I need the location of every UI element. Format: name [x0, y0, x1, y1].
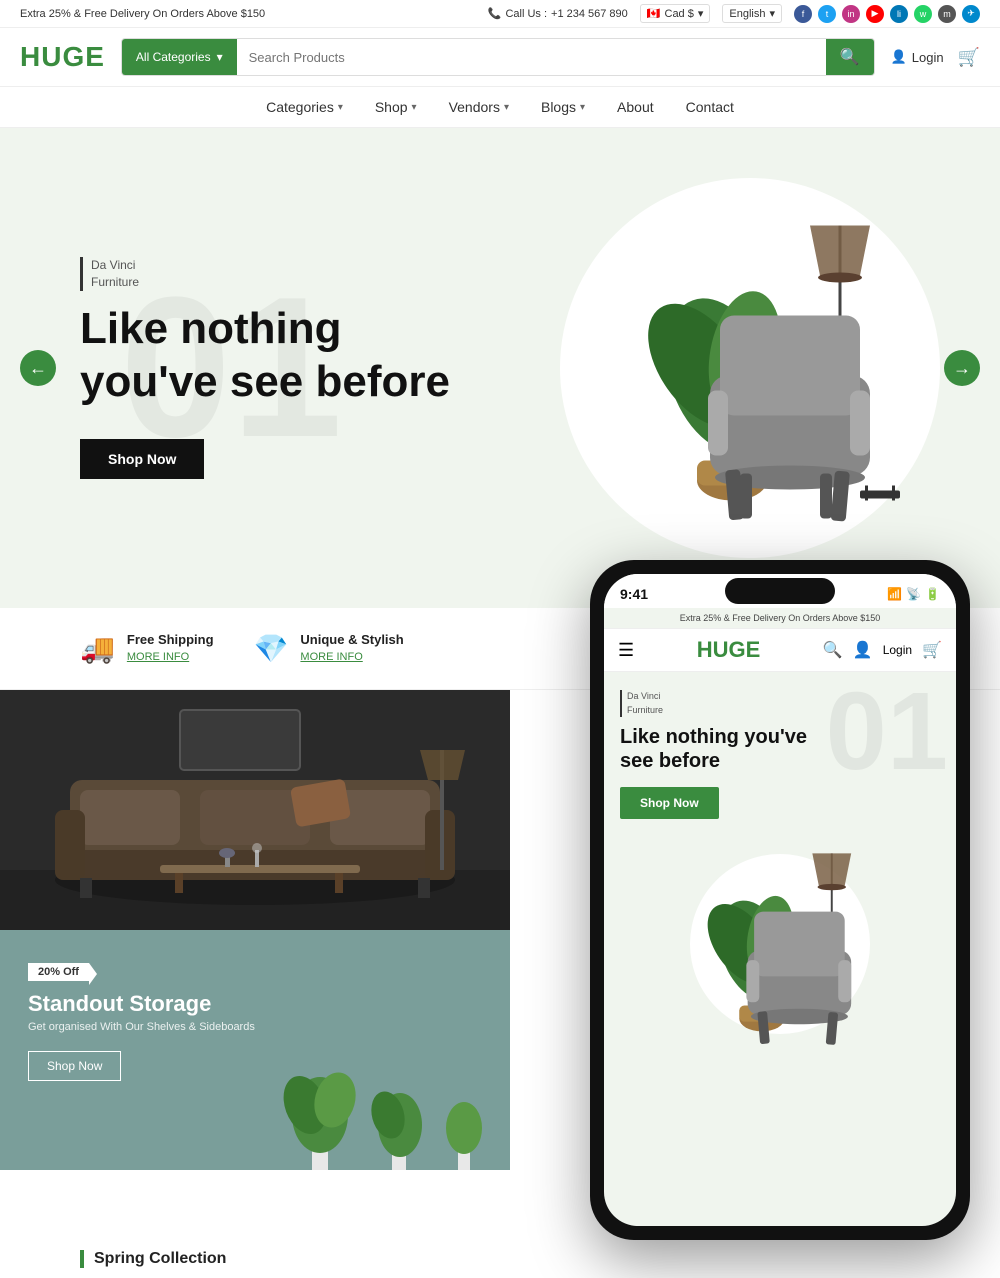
nav-item-about[interactable]: About [617, 99, 654, 115]
phone-cart-icon[interactable]: 🛒 [922, 640, 942, 660]
category-dropdown-btn[interactable]: All Categories ▾ [122, 39, 237, 75]
promo-text: Extra 25% & Free Delivery On Orders Abov… [20, 8, 265, 20]
chevron-down-icon: ▾ [338, 102, 343, 113]
facebook-icon[interactable]: f [794, 5, 812, 23]
hero-shop-button[interactable]: Shop Now [80, 439, 204, 479]
phone-info: 📞 Call Us : +1 234 567 890 [488, 7, 628, 20]
youtube-icon[interactable]: ▶ [866, 5, 884, 23]
instagram-icon[interactable]: in [842, 5, 860, 23]
hero-title: Like nothing you've see before [80, 303, 460, 409]
logo[interactable]: HUGE [20, 41, 105, 73]
phone-login-label[interactable]: Login [883, 643, 912, 657]
nav-item-blogs[interactable]: Blogs ▾ [541, 99, 585, 115]
hero-section: ← 01 Da Vinci Furniture Like nothing you… [0, 128, 1000, 608]
nav-item-vendors[interactable]: Vendors ▾ [449, 99, 509, 115]
twitter-icon[interactable]: t [818, 5, 836, 23]
storage-content: 20% Off Standout Storage Get organised W… [0, 930, 510, 1113]
stylish-icon: 💎 [254, 632, 289, 665]
storage-shop-button[interactable]: Shop Now [28, 1051, 121, 1081]
language-selector[interactable]: English ▾ [722, 4, 782, 23]
flag-icon: 🇨🇦 [647, 7, 661, 20]
social-icons: f t in ▶ li w m ✈ [794, 5, 980, 23]
feature-text-stylish: Unique & Stylish MORE INFO [300, 632, 403, 665]
nav-item-shop[interactable]: Shop ▾ [375, 99, 417, 115]
phone-body: 9:41 📶 📡 🔋 Extra 25% & Free Delivery On … [590, 560, 970, 1240]
phone-status-icons: 📶 📡 🔋 [887, 587, 940, 601]
search-input[interactable] [237, 39, 826, 75]
phone-header-actions: 🔍 👤 Login 🛒 [823, 640, 942, 660]
phone-promo-bar: Extra 25% & Free Delivery On Orders Abov… [604, 608, 956, 629]
search-button[interactable]: 🔍 [826, 39, 874, 75]
spring-collection-label: Spring Collection [80, 1250, 920, 1268]
shipping-more-info-link[interactable]: MORE INFO [127, 651, 189, 663]
stylish-more-info-link[interactable]: MORE INFO [300, 651, 362, 663]
phone-hero: 01 Da Vinci Furniture Like nothing you'v… [604, 672, 956, 829]
phone-chair-area [604, 829, 956, 1059]
hero-chair-image [600, 196, 920, 541]
hero-next-button[interactable]: → [944, 350, 980, 386]
feature-unique-stylish: 💎 Unique & Stylish MORE INFO [254, 632, 404, 665]
phone-notch [725, 578, 835, 604]
wifi-icon: 📡 [906, 587, 921, 601]
phone-brand-label: Da Vinci Furniture [620, 690, 940, 717]
chevron-down-icon: ▾ [580, 102, 585, 113]
chevron-down-icon: ▾ [217, 50, 223, 64]
phone-hero-title: Like nothing you've see before [620, 725, 840, 773]
phone-logo[interactable]: HUGE [697, 637, 761, 663]
main-nav: Categories ▾ Shop ▾ Vendors ▾ Blogs ▾ Ab… [0, 87, 1000, 128]
sofa-product-card[interactable] [0, 690, 510, 930]
sofa-image [0, 690, 510, 930]
search-bar: All Categories ▾ 🔍 [121, 38, 875, 76]
login-button[interactable]: 👤 Login [891, 49, 944, 65]
signal-icon: 📶 [887, 587, 902, 601]
currency-selector[interactable]: 🇨🇦 Cad $ ▾ [640, 4, 711, 23]
nav-item-contact[interactable]: Contact [686, 99, 734, 115]
linkedin-icon[interactable]: li [890, 5, 908, 23]
phone-header: ☰ HUGE 🔍 👤 Login 🛒 [604, 629, 956, 672]
phone-shop-button[interactable]: Shop Now [620, 787, 719, 819]
cart-button[interactable]: 🛒 [958, 47, 980, 68]
search-icon: 🔍 [840, 49, 860, 66]
phone-user-icon[interactable]: 👤 [853, 640, 873, 660]
phone-screen: 9:41 📶 📡 🔋 Extra 25% & Free Delivery On … [604, 574, 956, 1226]
shipping-icon: 🚚 [80, 632, 115, 665]
phone-time: 9:41 [620, 586, 648, 602]
battery-icon: 🔋 [925, 587, 940, 601]
chevron-down-icon: ▾ [412, 102, 417, 113]
whatsapp-icon[interactable]: w [914, 5, 932, 23]
chevron-down-icon: ▾ [504, 102, 509, 113]
user-icon: 👤 [891, 49, 907, 65]
storage-title: Standout Storage [28, 991, 482, 1017]
top-bar: Extra 25% & Free Delivery On Orders Abov… [0, 0, 1000, 28]
product-mobile-wrapper: 20% Off Standout Storage Get organised W… [0, 690, 1000, 1230]
storage-product-card: 20% Off Standout Storage Get organised W… [0, 930, 510, 1170]
mobile-mockup: 9:41 📶 📡 🔋 Extra 25% & Free Delivery On … [570, 560, 990, 1240]
telegram-icon[interactable]: ✈ [962, 5, 980, 23]
nav-item-categories[interactable]: Categories ▾ [266, 99, 343, 115]
hero-prev-button[interactable]: ← [20, 350, 56, 386]
product-left-column: 20% Off Standout Storage Get organised W… [0, 690, 510, 1170]
storage-subtitle: Get organised With Our Shelves & Sideboa… [28, 1021, 482, 1033]
phone-search-icon[interactable]: 🔍 [823, 640, 843, 660]
message-icon[interactable]: m [938, 5, 956, 23]
header-actions: 👤 Login 🛒 [891, 47, 980, 68]
feature-text-shipping: Free Shipping MORE INFO [127, 632, 214, 665]
header: HUGE All Categories ▾ 🔍 👤 Login 🛒 [0, 28, 1000, 87]
feature-free-shipping: 🚚 Free Shipping MORE INFO [80, 632, 214, 665]
discount-badge: 20% Off [28, 963, 89, 981]
hamburger-icon[interactable]: ☰ [618, 640, 634, 661]
